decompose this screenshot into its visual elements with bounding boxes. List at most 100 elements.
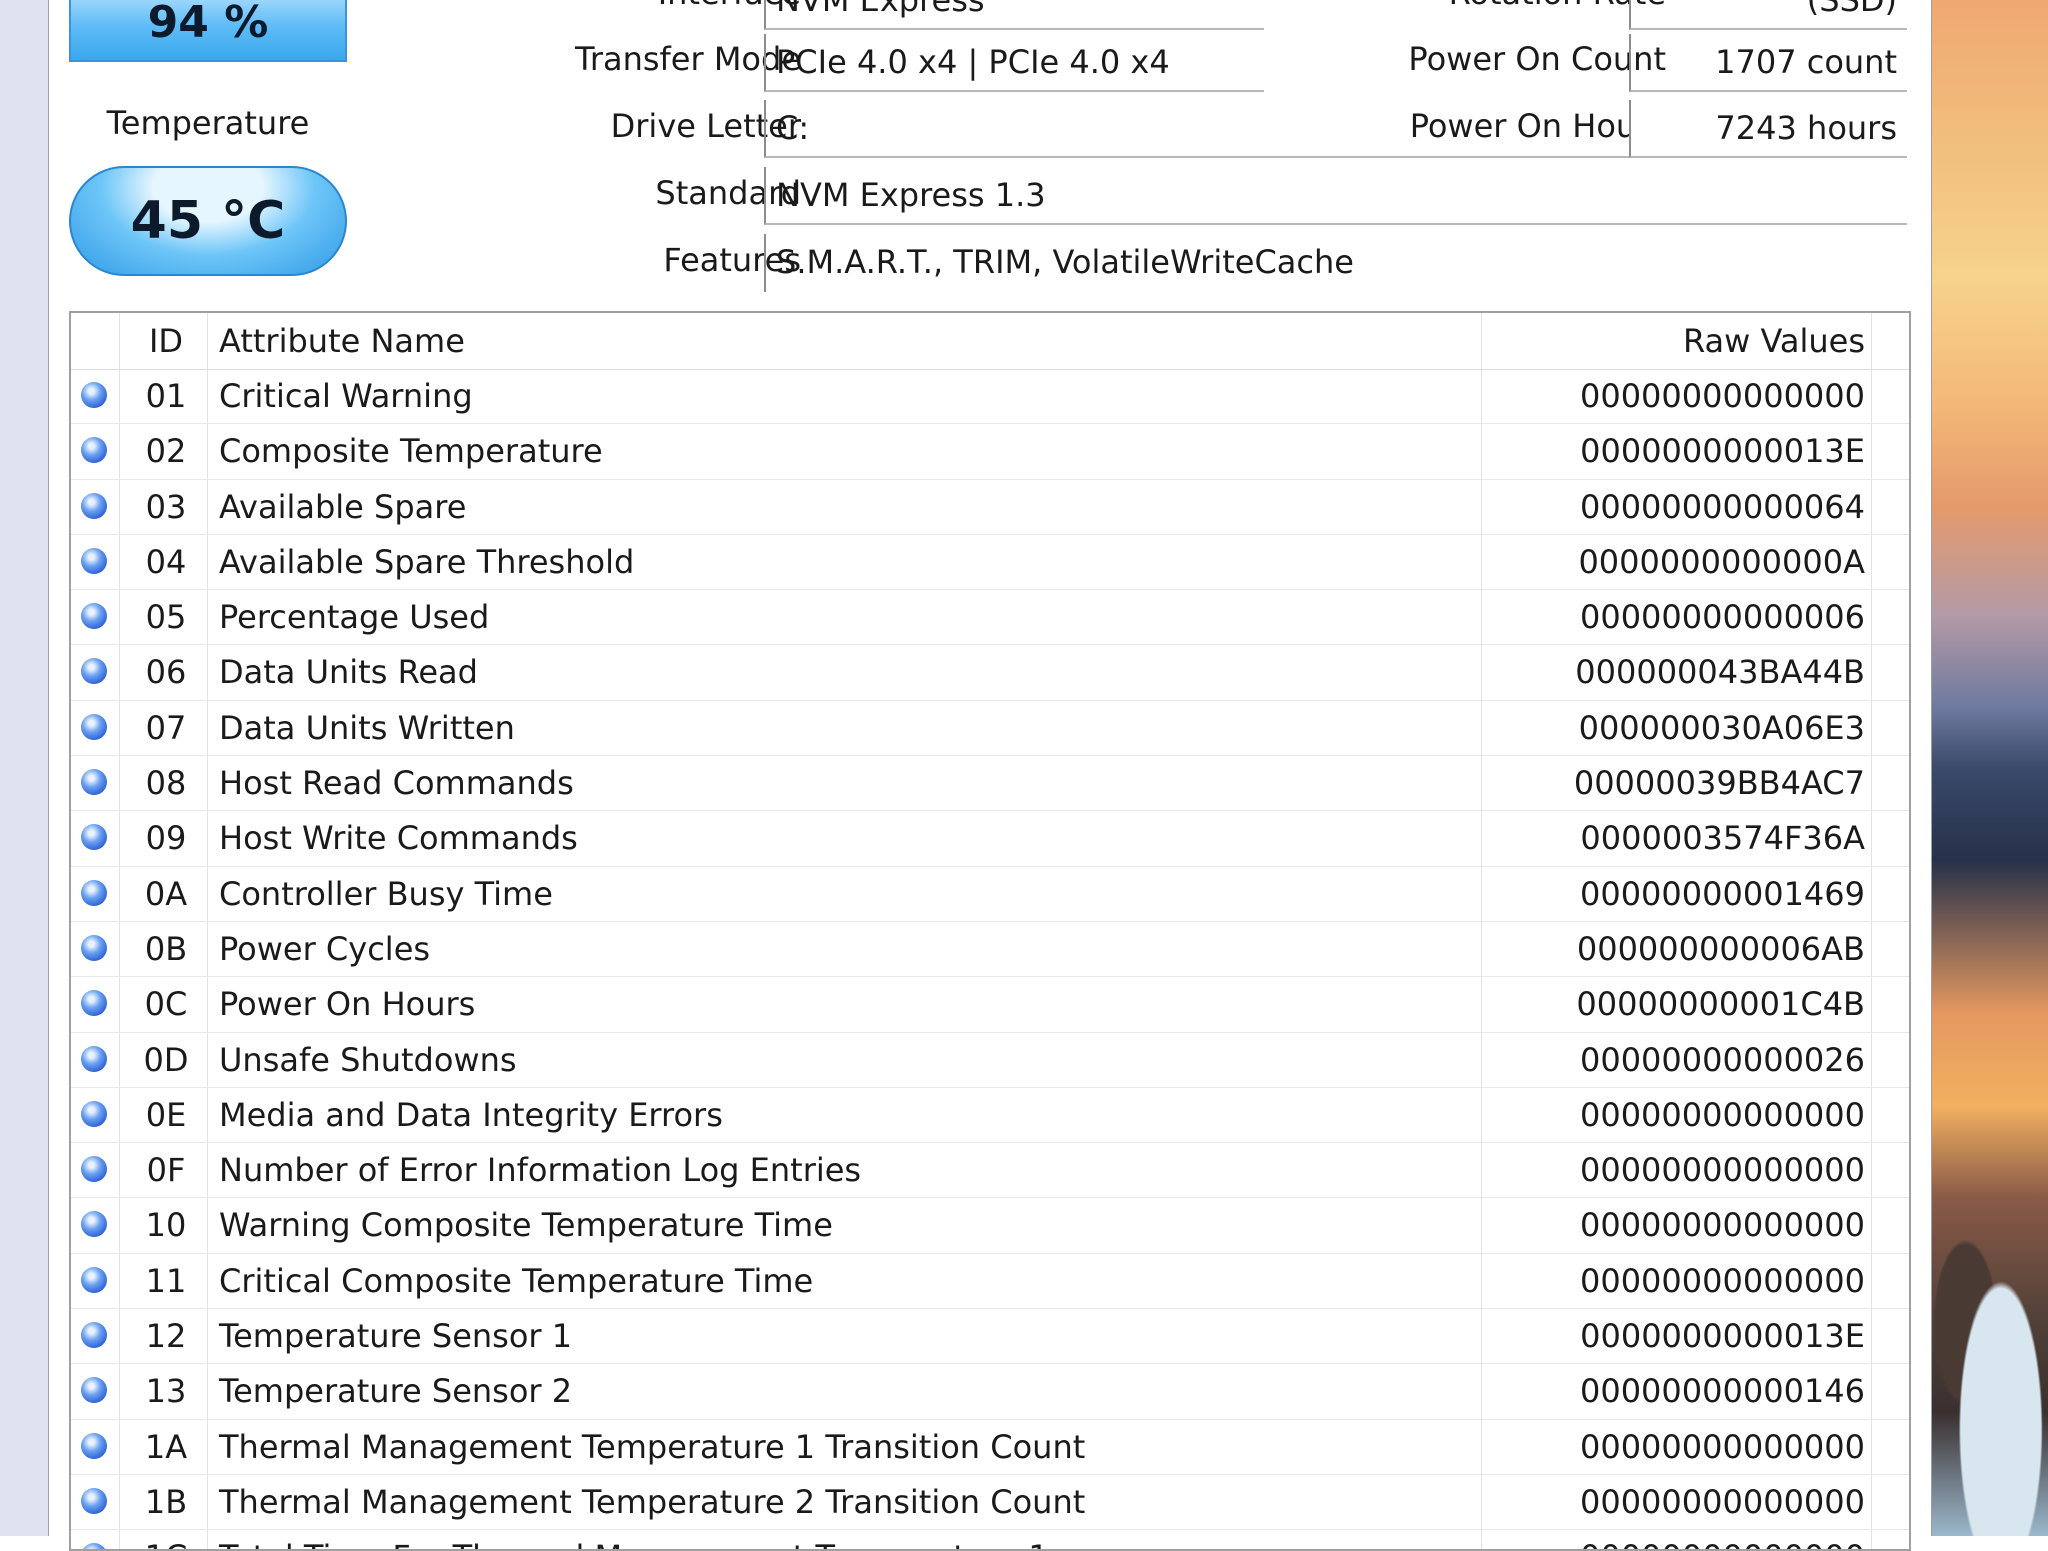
status-dot-icon bbox=[81, 1156, 107, 1183]
table-row[interactable]: 0C Power On Hours 00000000001C4B bbox=[71, 977, 1909, 1033]
attribute-id: 07 bbox=[145, 708, 187, 747]
table-row[interactable]: 05 Percentage Used 00000000000006 bbox=[71, 590, 1909, 646]
table-row[interactable]: 02 Composite Temperature 0000000000013E bbox=[71, 424, 1909, 480]
table-row[interactable]: 0D Unsafe Shutdowns 00000000000026 bbox=[71, 1033, 1909, 1088]
column-header-id[interactable]: ID bbox=[127, 313, 205, 369]
table-row[interactable]: 06 Data Units Read 000000043BA44B bbox=[71, 645, 1909, 701]
status-dot-icon bbox=[81, 1322, 107, 1349]
smart-attributes-table[interactable]: ID Attribute Name Raw Values 01 Critical … bbox=[69, 311, 1911, 1551]
attribute-id: 0C bbox=[144, 985, 188, 1024]
attribute-name: Temperature Sensor 1 bbox=[219, 1317, 573, 1356]
app-window: 94 % Temperature 45 °C Interface NVM Exp… bbox=[48, 0, 1932, 1551]
attribute-raw-value: 000000043BA44B bbox=[1575, 653, 1865, 692]
status-dot-icon bbox=[81, 1377, 107, 1404]
table-row[interactable]: 03 Available Spare 00000000000064 bbox=[71, 480, 1909, 535]
attribute-raw-value: 000000000006AB bbox=[1576, 929, 1865, 968]
attribute-name: Available Spare bbox=[219, 487, 467, 526]
table-row[interactable]: 04 Available Spare Threshold 0000000000000… bbox=[71, 535, 1909, 591]
attribute-raw-value: 0000003574F36A bbox=[1580, 819, 1865, 858]
status-dot-icon bbox=[81, 603, 107, 630]
attribute-raw-value: 00000039BB4AC7 bbox=[1573, 764, 1865, 803]
status-dot-icon bbox=[81, 1432, 107, 1459]
status-dot-icon bbox=[81, 1266, 107, 1293]
attribute-id: 0E bbox=[145, 1095, 187, 1134]
table-row[interactable]: 1A Thermal Management Temperature 1 Trans… bbox=[71, 1420, 1909, 1475]
attribute-name: Warning Composite Temperature Time bbox=[219, 1206, 833, 1245]
attribute-id: 11 bbox=[145, 1261, 187, 1300]
status-dot-icon bbox=[81, 1543, 107, 1549]
transfer-mode-value: PCIe 4.0 x4 | PCIe 4.0 x4 bbox=[764, 34, 1264, 92]
table-row[interactable]: 08 Host Read Commands 00000039BB4AC7 bbox=[71, 756, 1909, 812]
table-row[interactable]: 01 Critical Warning 00000000000000 bbox=[71, 369, 1909, 425]
status-dot-icon bbox=[81, 713, 107, 740]
attribute-raw-value: 00000000000000 bbox=[1579, 377, 1865, 415]
attribute-raw-value: 0000000000000A bbox=[1578, 542, 1865, 581]
column-header-raw-values[interactable]: Raw Values bbox=[1683, 313, 1865, 369]
attribute-id: 13 bbox=[145, 1372, 187, 1411]
status-dot-icon bbox=[81, 658, 107, 685]
attribute-id: 08 bbox=[145, 764, 187, 803]
attribute-id: 03 bbox=[145, 487, 187, 526]
attribute-id: 10 bbox=[145, 1206, 187, 1245]
attribute-raw-value: 00000000001469 bbox=[1579, 874, 1865, 913]
table-row[interactable]: 11 Critical Composite Temperature Time 000… bbox=[71, 1254, 1909, 1310]
attribute-raw-value: 00000000000000 bbox=[1579, 1261, 1865, 1300]
attribute-name: Percentage Used bbox=[219, 598, 490, 637]
table-row[interactable]: 07 Data Units Written 000000030A06E3 bbox=[71, 701, 1909, 757]
attribute-id: 0A bbox=[144, 874, 188, 913]
attribute-name: Critical Composite Temperature Time bbox=[219, 1261, 814, 1300]
table-row[interactable]: 1C Total Time For Thermal Management Temp… bbox=[71, 1530, 1909, 1549]
status-dot-icon bbox=[81, 1487, 107, 1514]
attribute-id: 05 bbox=[145, 598, 187, 637]
attribute-name: Thermal Management Temperature 1 Transit… bbox=[219, 1427, 1086, 1466]
attribute-name: Composite Temperature bbox=[219, 432, 603, 471]
table-row[interactable]: 0A Controller Busy Time 00000000001469 bbox=[71, 867, 1909, 922]
table-row[interactable]: 09 Host Write Commands 0000003574F36A bbox=[71, 811, 1909, 867]
attribute-name: Available Spare Threshold bbox=[219, 542, 635, 581]
power-on-hours-label: Power On Hours bbox=[1409, 107, 1666, 145]
attribute-raw-value: 0000000000013E bbox=[1580, 1317, 1865, 1356]
attribute-name: Controller Busy Time bbox=[219, 874, 553, 913]
attribute-id: 0D bbox=[143, 1040, 189, 1079]
attribute-name: Power On Hours bbox=[219, 985, 476, 1024]
temperature-badge[interactable]: 45 °C bbox=[69, 166, 347, 276]
attribute-raw-value: 00000000000000 bbox=[1580, 1530, 1865, 1549]
attribute-raw-value: 00000000000000 bbox=[1579, 1427, 1865, 1466]
attribute-raw-value: 00000000000000 bbox=[1579, 1482, 1865, 1521]
table-row[interactable]: 12 Temperature Sensor 1 0000000000013E bbox=[71, 1309, 1909, 1365]
attribute-raw-value: 00000000000026 bbox=[1579, 1040, 1865, 1079]
attribute-raw-value: 000000030A06E3 bbox=[1578, 708, 1865, 747]
attribute-id: 09 bbox=[145, 819, 187, 858]
attribute-name: Critical Warning bbox=[219, 377, 473, 415]
table-row[interactable]: 13 Temperature Sensor 2 00000000000146 bbox=[71, 1364, 1909, 1420]
wallpaper-right-strip bbox=[1930, 0, 2048, 1536]
attribute-id: 02 bbox=[145, 432, 187, 471]
status-dot-icon bbox=[81, 492, 107, 519]
attribute-id: 0F bbox=[146, 1151, 186, 1190]
attribute-name: Temperature Sensor 2 bbox=[219, 1372, 573, 1411]
status-dot-icon bbox=[81, 934, 107, 961]
status-dot-icon bbox=[81, 1100, 107, 1127]
power-on-hours-value: 7243 hours bbox=[1629, 100, 1907, 158]
column-header-attribute-name[interactable]: Attribute Name bbox=[219, 313, 465, 369]
table-row[interactable]: 0B Power Cycles 000000000006AB bbox=[71, 922, 1909, 978]
table-row[interactable]: 0E Media and Data Integrity Errors 0000000… bbox=[71, 1088, 1909, 1144]
table-row[interactable]: 10 Warning Composite Temperature Time 0000… bbox=[71, 1198, 1909, 1254]
status-dot-icon bbox=[81, 1211, 107, 1238]
attribute-raw-value: 00000000000000 bbox=[1579, 1151, 1865, 1190]
attribute-name: Host Read Commands bbox=[219, 764, 574, 803]
standard-value: NVM Express 1.3 bbox=[764, 167, 1907, 225]
table-row[interactable]: 1B Thermal Management Temperature 2 Trans… bbox=[71, 1475, 1909, 1531]
attribute-id: 04 bbox=[145, 542, 187, 581]
table-row[interactable]: 0F Number of Error Information Log Entrie… bbox=[71, 1143, 1909, 1199]
health-status-badge[interactable]: 94 % bbox=[69, 0, 347, 62]
attribute-id: 06 bbox=[145, 653, 187, 692]
attribute-name: Media and Data Integrity Errors bbox=[219, 1095, 723, 1134]
attribute-id: 1C bbox=[127, 1530, 205, 1549]
attribute-raw-value: 00000000000064 bbox=[1579, 487, 1865, 526]
attribute-raw-value: 00000000001C4B bbox=[1576, 985, 1865, 1024]
rotation-rate-value: (SSD) bbox=[1629, 0, 1907, 30]
table-body: 01 Critical Warning 00000000000000 02 Compo… bbox=[71, 369, 1909, 1549]
attribute-name: Total Time For Thermal Management Temper… bbox=[219, 1530, 1049, 1549]
attribute-raw-value: 00000000000000 bbox=[1579, 1095, 1865, 1134]
